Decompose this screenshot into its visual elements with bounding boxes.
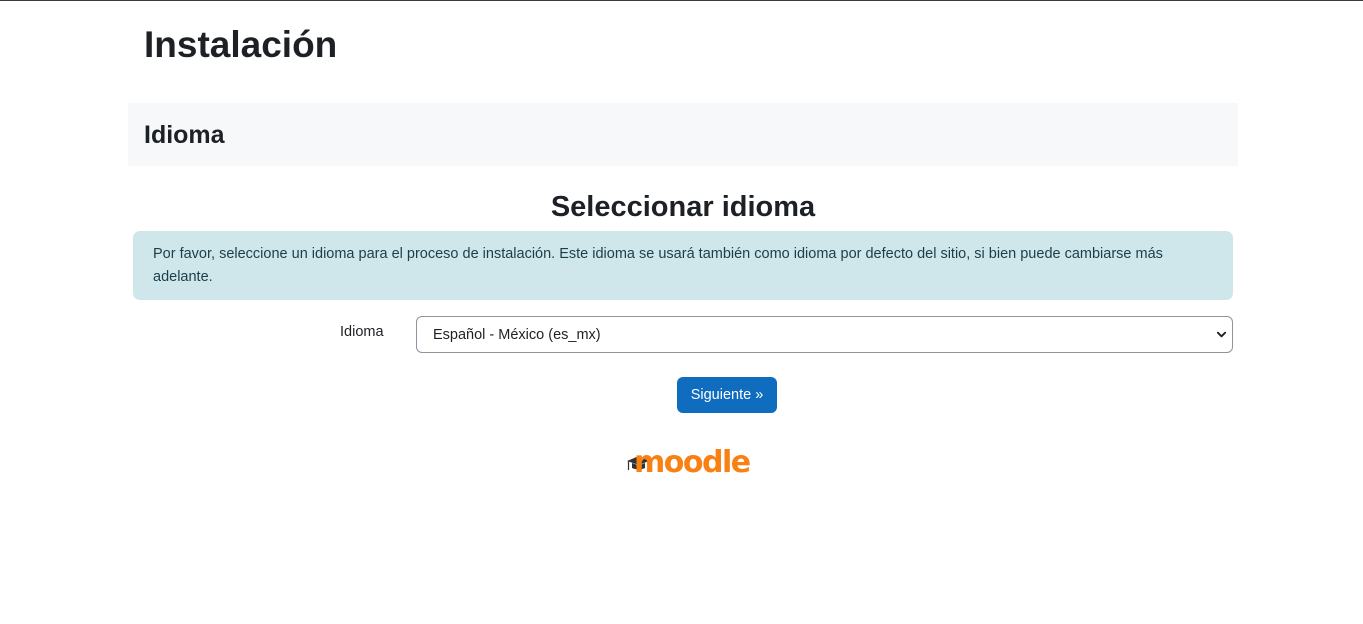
- language-label: Idioma: [340, 324, 384, 340]
- section-heading: Idioma: [144, 121, 225, 149]
- moodle-logo: moodle: [626, 445, 751, 482]
- section-header: Idioma: [128, 103, 1238, 166]
- info-alert: Por favor, seleccione un idioma para el …: [133, 231, 1233, 300]
- top-border: [0, 0, 1363, 1]
- chevron-down-icon: [1216, 331, 1227, 338]
- language-select-value: Español - México (es_mx): [433, 327, 601, 343]
- page-subtitle: Seleccionar idioma: [550, 191, 816, 223]
- language-select[interactable]: Español - México (es_mx): [416, 316, 1233, 353]
- next-button[interactable]: Siguiente »: [677, 377, 777, 413]
- page-title: Instalación: [144, 24, 338, 65]
- moodle-logo-text: moodle: [634, 445, 751, 480]
